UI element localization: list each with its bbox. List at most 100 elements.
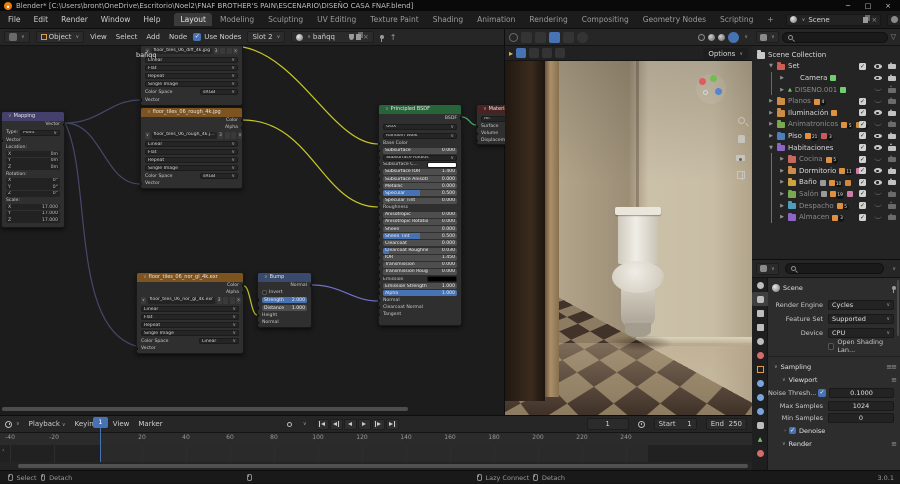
min-samples-value[interactable]: 0 [828,413,894,424]
exclude-checkbox[interactable]: ✓ [859,109,866,116]
socket-in[interactable] [379,156,380,160]
select-box-tool-icon[interactable] [516,48,526,58]
timeline-expand-icon[interactable]: › [2,447,4,454]
properties-tab-world[interactable] [752,348,768,362]
node-image-texture-roughness[interactable]: ∨floor_tiles_06_rough_4k.jpg Color Alpha… [140,107,243,189]
viewport-panel-header[interactable]: ∨Viewport≡ [768,373,900,386]
expand-icon[interactable]: ▶ [779,168,785,174]
rough-output-alpha[interactable]: Alpha [141,124,242,131]
shader-hscrollbar[interactable] [2,407,408,411]
snap-magnet-icon[interactable] [549,32,560,43]
principled-param-anisotropic-rotation[interactable]: Anisotropic Rotation0.000 [379,218,461,225]
shader-menu-add[interactable]: Add [146,33,160,41]
expand-icon[interactable]: ▶ [779,214,785,220]
socket-alpha-out[interactable] [241,126,242,130]
socket-in[interactable] [379,306,380,310]
rough-node-header[interactable]: ∨floor_tiles_06_rough_4k.jpg [141,108,242,117]
pin-icon[interactable] [380,35,384,39]
auto-keying-icon[interactable] [287,422,292,427]
workspace-tab-+[interactable]: + [761,13,779,26]
use-nodes-toggle[interactable]: ✓ Use Nodes [193,33,241,41]
eye-closed-icon[interactable] [873,97,882,106]
properties-search[interactable] [785,263,885,274]
socket-vector-in[interactable] [141,182,142,186]
principled-param-specular[interactable]: Specular0.500 [379,190,461,197]
workspace-tab-layout[interactable]: Layout [174,13,212,26]
render-visibility-icon[interactable] [887,143,896,152]
active-tool-cursor-icon[interactable]: ▸ [509,49,513,58]
properties-tab-tool[interactable] [752,278,768,292]
socket-in[interactable] [379,299,380,303]
mapping-scale-z[interactable]: Z17.000 [2,217,64,224]
denoise-checkbox[interactable]: ✓ [789,427,796,434]
exclude-checkbox[interactable]: ✓ [859,144,866,151]
socket-in[interactable] [379,284,380,288]
properties-scrollbar[interactable] [897,280,900,336]
render-visibility-icon[interactable] [887,85,896,94]
normal-image-name[interactable]: floor_tiles_06_nor_gl_4k.exr [148,297,216,304]
eye-closed-icon[interactable] [873,155,882,164]
normal-image-row[interactable]: ∨ floor_tiles_06_nor_gl_4k.exr 3 × [137,296,243,305]
current-frame-field[interactable]: 1 [587,418,629,430]
rough-users-count[interactable]: 3 [218,132,223,139]
shader-menu-view[interactable]: View [90,33,107,41]
new-image-icon[interactable] [230,297,235,304]
principled-param-roughness[interactable]: Roughness [379,204,461,211]
node-principled-bsdf[interactable]: ∨Principled BSDF BSDF GGX∨ Random Walk∨ … [378,104,462,326]
rough-image-name[interactable]: floor_tiles_06_rough_4k.j... [152,132,217,139]
eye-open-icon[interactable] [873,73,882,82]
normal-colorspace[interactable]: Color SpaceLinear∨ [137,337,243,345]
principled-param-subsurface[interactable]: Subsurface0.000 [379,147,461,154]
playhead[interactable]: 1 [93,417,108,428]
playhead-line[interactable] [100,427,102,462]
exclude-checkbox[interactable]: ✓ [859,63,866,70]
osl-toggle[interactable]: Open Shading Lan... [828,338,894,354]
principled-param-subsurface-ior[interactable]: Subsurface IOR1.400 [379,168,461,175]
output-input-volume[interactable]: Volume [477,130,505,137]
outliner-row-dormitorio[interactable]: ▶Dormitorio11✓ [752,165,900,177]
exclude-checkbox[interactable]: ✓ [859,98,866,105]
normal-interpolation[interactable]: Linear∨ [137,305,243,313]
principled-param-ior[interactable]: IOR1.450 [379,254,461,261]
expand-icon[interactable]: ▶ [779,203,785,209]
node-image-texture-normal[interactable]: ∨floor_tiles_06_nor_gl_4k.exr Color Alph… [136,272,244,354]
transform-tool-icon[interactable] [555,48,565,58]
outliner-display-mode[interactable]: ∨ [756,31,779,43]
socket-in[interactable] [379,184,380,188]
output-target[interactable]: All [477,114,505,123]
socket-normal-out[interactable] [310,284,311,288]
socket-in[interactable] [379,177,380,181]
output-node-header[interactable]: ∨Material [477,105,505,114]
falloff-dropdown-icon[interactable] [521,32,532,43]
eye-open-icon[interactable] [873,131,882,140]
editor-type-button[interactable]: ∨ [4,31,30,43]
socket-bsdf-out[interactable] [460,116,461,120]
collapse-icon[interactable]: ▼ [768,63,774,69]
principled-distribution[interactable]: GGX∨ [379,122,461,131]
device-dropdown[interactable]: CPU∨ [828,328,894,339]
render-visibility-icon[interactable] [887,62,896,71]
fake-user-icon[interactable] [225,132,230,139]
menu-marker[interactable]: Marker [138,420,162,428]
socket-in[interactable] [379,170,380,174]
principled-param-transmission[interactable]: Transmission0.000 [379,261,461,268]
socket-in[interactable] [379,292,380,296]
principled-sss-method[interactable]: Random Walk∨ [379,131,461,140]
properties-options-icon[interactable]: ∨ [892,266,896,272]
new-image-icon[interactable] [231,132,236,139]
principled-param-tangent[interactable]: Tangent [379,311,461,318]
socket-color-out[interactable] [242,284,243,288]
exclude-checkbox[interactable]: ✓ [859,167,866,174]
node-material-output[interactable]: ∨Material All Surface Volume Displacemen… [476,104,505,145]
shading-material-icon[interactable] [718,34,725,41]
shading-dropdown-icon[interactable]: ∨ [744,34,748,40]
invert-checkbox[interactable] [262,290,267,295]
workspace-tab-geometry-nodes[interactable]: Geometry Nodes [637,13,712,26]
principled-param-subsurface-c-[interactable]: Subsurface C... [379,161,461,168]
rough-projection[interactable]: Flat∨ [141,148,242,156]
socket-basecolor-in[interactable] [379,142,380,146]
socket-color-out[interactable] [241,119,242,123]
new-image-icon[interactable] [227,48,232,55]
shader-menu-node[interactable]: Node [169,33,187,41]
render-engine-dropdown[interactable]: Cycles∨ [828,300,894,311]
